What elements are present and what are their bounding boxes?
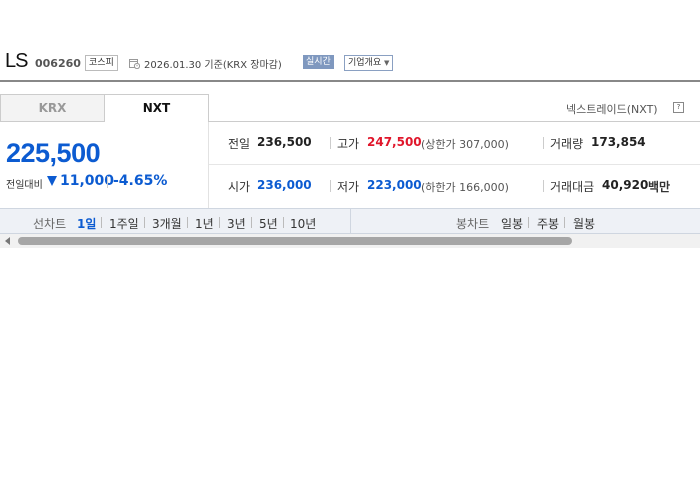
prev-close-label: 전일 bbox=[228, 137, 251, 151]
trade-amount-value: 40,920 bbox=[602, 178, 649, 192]
trade-amount-label: 거래대금 bbox=[550, 180, 595, 194]
period-1w[interactable]: 1주일 bbox=[109, 215, 139, 232]
divider bbox=[330, 180, 331, 192]
period-weekly[interactable]: 주봉 bbox=[537, 215, 559, 232]
tab-nxt[interactable]: NXT bbox=[104, 94, 209, 122]
tab-divider bbox=[209, 121, 700, 122]
upper-limit: (상한가 307,000) bbox=[421, 138, 509, 151]
divider bbox=[543, 180, 544, 192]
divider bbox=[564, 217, 565, 228]
company-info-label: 기업개요 bbox=[348, 58, 382, 68]
divider bbox=[144, 217, 145, 228]
divider bbox=[528, 217, 529, 228]
help-icon[interactable]: ? bbox=[673, 102, 684, 113]
calendar-clock-icon bbox=[129, 59, 140, 69]
period-5y[interactable]: 5년 bbox=[259, 215, 278, 232]
chevron-down-icon: ▼ bbox=[384, 59, 390, 67]
change-divider bbox=[107, 176, 108, 188]
base-date: 2026.01.30 기준(KRX 장마감) bbox=[144, 60, 282, 71]
trade-amount-unit: 백만 bbox=[648, 180, 671, 194]
divider bbox=[219, 217, 220, 228]
scrollbar-thumb[interactable] bbox=[18, 237, 572, 245]
change-percent: -4.65% bbox=[113, 173, 168, 189]
divider bbox=[330, 137, 331, 149]
divider bbox=[283, 217, 284, 228]
period-3y[interactable]: 3년 bbox=[227, 215, 246, 232]
stock-code: 006260 bbox=[35, 57, 81, 70]
divider bbox=[101, 217, 102, 228]
divider bbox=[187, 217, 188, 228]
scroll-left-arrow-icon[interactable] bbox=[5, 237, 10, 245]
panel-divider bbox=[208, 122, 209, 208]
current-price: 225,500 bbox=[6, 138, 101, 168]
company-info-button[interactable]: 기업개요 ▼ bbox=[344, 55, 394, 71]
period-1d[interactable]: 1일 bbox=[77, 215, 96, 232]
tab-krx[interactable]: KRX bbox=[0, 94, 104, 122]
change-label: 전일대비 bbox=[6, 180, 43, 191]
period-3m[interactable]: 3개월 bbox=[152, 215, 182, 232]
volume-label: 거래량 bbox=[550, 137, 584, 151]
lower-limit: (하한가 166,000) bbox=[421, 181, 509, 194]
market-badge: 코스피 bbox=[85, 55, 118, 71]
change-amount: 11,000 bbox=[60, 173, 115, 189]
realtime-badge: 실시간 bbox=[303, 55, 334, 69]
candle-chart-label: 봉차트 bbox=[456, 217, 490, 231]
open-value: 236,000 bbox=[257, 178, 312, 192]
header-divider bbox=[0, 80, 700, 82]
line-chart-label: 선차트 bbox=[33, 217, 67, 231]
period-monthly[interactable]: 월봉 bbox=[573, 215, 595, 232]
nxt-link[interactable]: 넥스트레이드(NXT) bbox=[566, 101, 658, 117]
divider bbox=[543, 137, 544, 149]
stock-name: LS bbox=[5, 50, 28, 72]
down-triangle-icon bbox=[47, 176, 57, 186]
period-10y[interactable]: 10년 bbox=[290, 215, 316, 232]
period-1y[interactable]: 1년 bbox=[195, 215, 214, 232]
period-daily[interactable]: 일봉 bbox=[501, 215, 523, 232]
volume-value: 173,854 bbox=[591, 135, 646, 149]
chart-period-divider bbox=[350, 208, 351, 234]
open-label: 시가 bbox=[228, 180, 251, 194]
high-value: 247,500 bbox=[367, 135, 422, 149]
row-divider bbox=[209, 164, 700, 165]
divider bbox=[251, 217, 252, 228]
high-label: 고가 bbox=[337, 137, 360, 151]
low-label: 저가 bbox=[337, 180, 360, 194]
prev-close-value: 236,500 bbox=[257, 135, 312, 149]
low-value: 223,000 bbox=[367, 178, 422, 192]
